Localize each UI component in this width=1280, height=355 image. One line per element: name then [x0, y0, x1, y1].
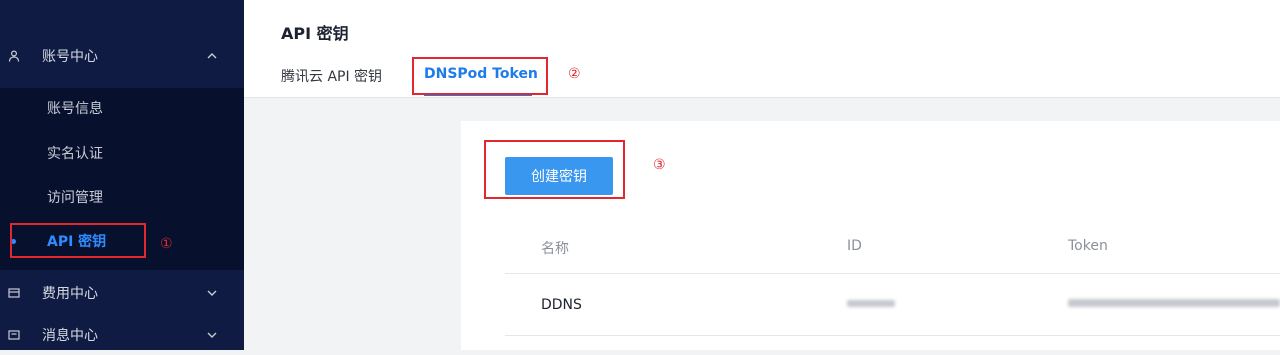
annotation-box-2: [412, 57, 548, 95]
row-token-redacted: [1068, 299, 1280, 307]
page-title: API 密钥: [281, 24, 349, 43]
tab-tencent-api-key[interactable]: 腾讯云 API 密钥: [281, 66, 382, 86]
page-header: API 密钥 腾讯云 API 密钥 DNSPod Token: [244, 0, 1280, 98]
column-header-id: ID: [847, 238, 862, 254]
chevron-down-icon: [206, 329, 218, 341]
annotation-number-3: ③: [653, 157, 666, 173]
annotation-box-1: [10, 223, 146, 258]
annotation-number-2: ②: [568, 66, 581, 82]
sidebar: 账号中心 账号信息 实名认证 访问管理 API 密钥 费用中心 消息中心: [0, 0, 244, 350]
sidebar-group-label: 费用中心: [42, 286, 98, 302]
sidebar-group-billing[interactable]: 费用中心: [0, 273, 244, 313]
wallet-icon: [6, 285, 22, 301]
table-row-divider: [505, 335, 1280, 336]
column-header-token: Token: [1068, 238, 1108, 254]
chevron-up-icon: [206, 50, 218, 62]
annotation-number-1: ①: [160, 236, 173, 252]
sidebar-group-account[interactable]: 账号中心: [0, 36, 244, 76]
sidebar-group-label: 账号中心: [42, 49, 98, 65]
annotation-box-3: [484, 140, 625, 199]
sidebar-group-label: 消息中心: [42, 328, 98, 344]
sidebar-item-label: 账号信息: [47, 101, 103, 117]
table-header-divider: [505, 273, 1280, 274]
user-icon: [6, 48, 22, 64]
row-name-cell: DDNS: [541, 297, 582, 313]
sidebar-item-label: 访问管理: [47, 190, 103, 206]
sidebar-item-account-info[interactable]: 账号信息: [0, 88, 244, 128]
column-header-name: 名称: [541, 241, 569, 257]
sidebar-group-messages[interactable]: 消息中心: [0, 315, 244, 355]
chevron-down-icon: [206, 287, 218, 299]
row-id-redacted: [847, 300, 895, 307]
message-icon: [6, 327, 22, 343]
sidebar-item-access-management[interactable]: 访问管理: [0, 177, 244, 217]
sidebar-item-real-name[interactable]: 实名认证: [0, 133, 244, 173]
sidebar-item-label: 实名认证: [47, 146, 103, 162]
